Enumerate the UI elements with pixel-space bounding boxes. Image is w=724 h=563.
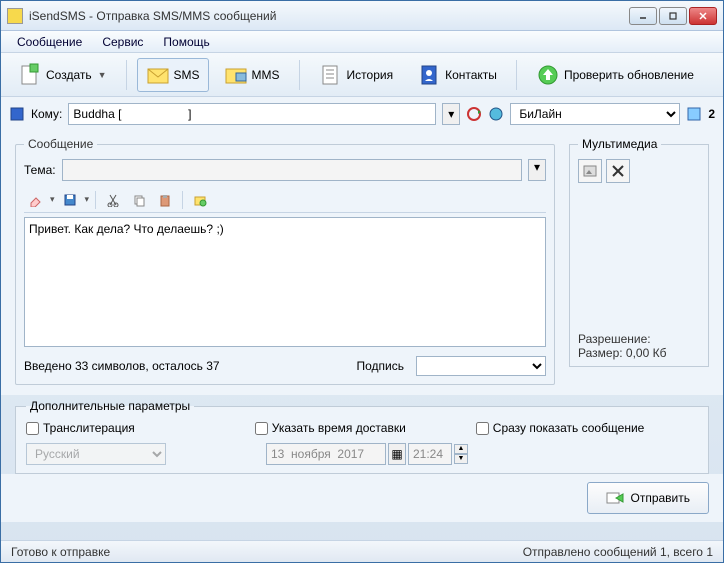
advanced-group: Дополнительные параметры Транслитерация … (15, 399, 709, 474)
date-input[interactable] (266, 443, 386, 465)
menu-help[interactable]: Помощь (155, 33, 217, 51)
save-icon[interactable] (59, 189, 81, 211)
history-button[interactable]: История (310, 58, 403, 92)
signature-select[interactable] (416, 356, 546, 376)
paste-icon[interactable] (154, 189, 176, 211)
toolbar: Создать ▼ SMS MMS История Контакты Прове… (1, 53, 723, 97)
cut-icon[interactable] (102, 189, 124, 211)
titlebar: iSendSMS - Отправка SMS/MMS сообщений (1, 1, 723, 31)
message-textarea[interactable]: Привет. Как дела? Что делаешь? ;) (24, 217, 546, 347)
statusbar: Готово к отправке Отправлено сообщений 1… (1, 540, 723, 562)
separator (126, 60, 127, 90)
eraser-icon[interactable] (24, 189, 46, 211)
delete-icon[interactable] (606, 159, 630, 183)
contacts-button[interactable]: Контакты (408, 58, 506, 92)
language-select[interactable]: Русский (26, 443, 166, 465)
to-label: Кому: (31, 107, 62, 121)
size-label: Размер: 0,00 Кб (578, 346, 700, 360)
app-icon (7, 8, 23, 24)
show-now-checkbox[interactable]: Сразу показать сообщение (476, 421, 645, 435)
recipient-row: Кому: ▾ БиЛайн 2 (1, 97, 723, 131)
check-update-button[interactable]: Проверить обновление (527, 58, 703, 92)
menu-message[interactable]: Сообщение (9, 33, 90, 51)
sms-envelope-icon (146, 63, 170, 87)
mms-button[interactable]: MMS (215, 58, 289, 92)
separator (516, 60, 517, 90)
copy-icon[interactable] (128, 189, 150, 211)
multimedia-legend: Мультимедиа (578, 137, 661, 151)
resolution-label: Разрешение: (578, 332, 700, 346)
minimize-button[interactable] (629, 7, 657, 25)
mms-envelope-icon (224, 63, 248, 87)
signature-label: Подпись (357, 359, 405, 373)
schedule-checkbox[interactable]: Указать время доставки (255, 421, 406, 435)
edit-toolbar: ▾ ▾ (24, 187, 546, 213)
status-left: Готово к отправке (11, 545, 110, 559)
to-input[interactable] (68, 103, 436, 125)
status-right: Отправлено сообщений 1, всего 1 (523, 545, 713, 559)
dropdown-arrow-icon: ▼ (98, 70, 107, 80)
send-icon (606, 489, 624, 507)
app-window: iSendSMS - Отправка SMS/MMS сообщений Со… (0, 0, 724, 563)
close-button[interactable] (689, 7, 717, 25)
advanced-legend: Дополнительные параметры (26, 399, 194, 413)
message-legend: Сообщение (24, 137, 97, 151)
provider-info-icon[interactable] (686, 106, 702, 122)
char-counter: Введено 33 символов, осталось 37 (24, 359, 345, 373)
subject-label: Тема: (24, 163, 56, 177)
sms-button[interactable]: SMS (137, 58, 209, 92)
window-title: iSendSMS - Отправка SMS/MMS сообщений (29, 9, 629, 23)
send-button[interactable]: Отправить (587, 482, 709, 514)
contacts-icon (417, 63, 441, 87)
time-spinner[interactable]: ▲▼ (454, 444, 468, 464)
history-icon (319, 63, 343, 87)
insert-icon[interactable] (189, 189, 211, 211)
refresh-icon[interactable] (466, 106, 482, 122)
subject-input[interactable] (62, 159, 522, 181)
time-input[interactable] (408, 443, 452, 465)
translit-checkbox[interactable]: Транслитерация (26, 421, 135, 435)
new-document-icon (18, 63, 42, 87)
provider-select[interactable]: БиЛайн (510, 103, 680, 125)
message-group: Сообщение Тема: ▾ ▾ ▾ (15, 137, 555, 385)
menubar: Сообщение Сервис Помощь (1, 31, 723, 53)
dropdown-icon[interactable]: ▾ (442, 103, 460, 125)
separator (299, 60, 300, 90)
globe-icon[interactable] (488, 106, 504, 122)
subject-dropdown-icon[interactable]: ▾ (528, 159, 546, 181)
update-icon (536, 63, 560, 87)
menu-service[interactable]: Сервис (94, 33, 151, 51)
create-button[interactable]: Создать ▼ (9, 58, 116, 92)
calendar-icon[interactable]: ▦ (388, 443, 406, 465)
add-image-icon[interactable] (578, 159, 602, 183)
multimedia-group: Мультимедиа Разрешение: Размер: 0,00 Кб (569, 137, 709, 367)
recipient-count: 2 (708, 107, 715, 121)
maximize-button[interactable] (659, 7, 687, 25)
address-book-icon (9, 106, 25, 122)
